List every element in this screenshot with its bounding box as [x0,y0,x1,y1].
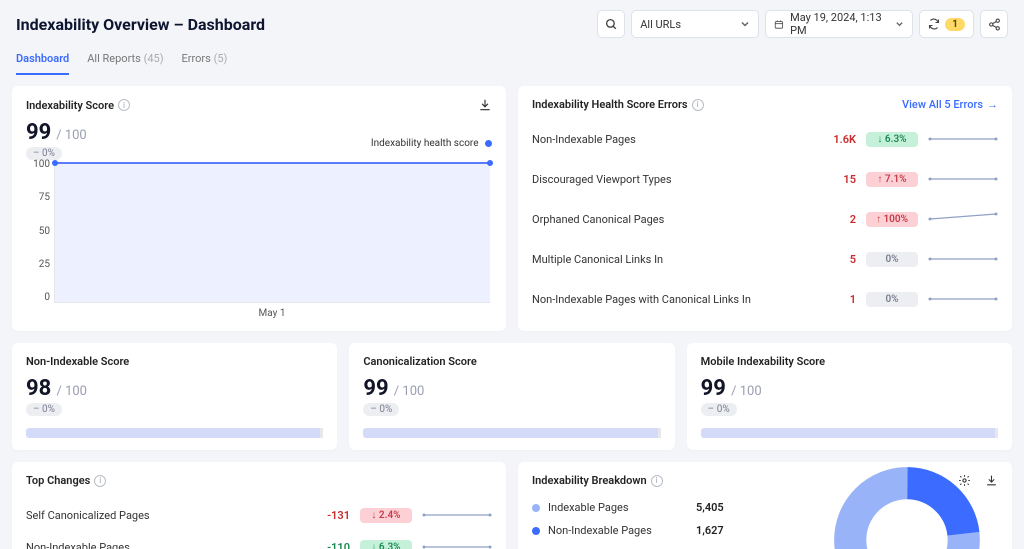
calendar-icon [774,19,784,30]
sparkline [928,250,998,268]
tabs: Dashboard All Reports (45) Errors (5) [0,38,1024,76]
error-row[interactable]: Discouraged Viewport Types 15 ↑ 7.1% [532,159,998,199]
card-title: Indexability Breakdown i [532,474,663,487]
delta-chip: ↑ 100% [866,212,918,227]
tab-errors[interactable]: Errors (5) [182,52,228,75]
score-value: 99 [26,120,51,145]
refresh-badge: 1 [945,18,965,31]
card-title: Indexability Health Score Errors i [532,98,704,111]
view-all-errors-link[interactable]: View All 5 Errors → [902,98,998,111]
score-card: Non-Indexable Score98 / 100– 0% [12,343,337,450]
delta-chip: ↑ 7.1% [866,172,918,187]
score-max: / 100 [56,128,87,143]
error-row[interactable]: Non-Indexable Pages with Canonical Links… [532,279,998,319]
chevron-down-icon [740,19,750,29]
change-label: Non-Indexable Pages [26,541,280,549]
score-delta: – 0% [701,403,737,416]
tab-all-reports[interactable]: All Reports (45) [87,52,163,75]
page-title: Indexability Overview – Dashboard [16,15,265,34]
indexability-breakdown-card: Indexability Breakdown i Indexable Pages… [518,462,1012,549]
change-value: -131 [290,509,350,522]
date-select[interactable]: May 19, 2024, 1:13 PM [765,10,913,38]
download-icon[interactable] [478,98,492,112]
card-title: Canonicalization Score [363,355,660,368]
score-delta: – 0% [363,403,399,416]
error-label: Discouraged Viewport Types [532,173,804,186]
delta-chip: ↓ 2.4% [360,508,412,523]
change-row[interactable]: Non-Indexable Pages -110 ↓ 6.3% [26,531,492,549]
delta-chip: 0% [866,252,918,267]
card-title: Non-Indexable Score [26,355,323,368]
sparkline [928,170,998,188]
top-changes-card: Top Changes i Self Canonicalized Pages -1… [12,462,506,549]
share-icon [988,18,1001,31]
url-filter-select[interactable]: All URLs [631,10,759,38]
legend-dot [532,504,540,512]
score-bar [701,428,998,438]
error-row[interactable]: Multiple Canonical Links In 5 0% [532,239,998,279]
refresh-icon [928,18,940,30]
score-bar [26,428,323,438]
score-card: Mobile Indexability Score99 / 100– 0% [687,343,1012,450]
error-label: Non-Indexable Pages [532,133,804,146]
error-label: Orphaned Canonical Pages [532,213,804,226]
error-row[interactable]: Non-Indexable Pages 1.6K ↓ 6.3% [532,119,998,159]
error-value: 1 [814,293,856,306]
score-bar [363,428,660,438]
sparkline [422,506,492,524]
breakdown-donut [832,465,982,549]
error-label: Non-Indexable Pages with Canonical Links… [532,293,804,306]
card-title: Top Changes i [26,474,106,487]
error-value: 1.6K [814,133,856,146]
indexability-score-card: Indexability Score i 99 / 100 – 0% Index… [12,86,506,331]
chart-legend: Indexability health score [26,138,492,149]
error-row[interactable]: Orphaned Canonical Pages 2 ↑ 100% [532,199,998,239]
refresh-button[interactable]: 1 [919,10,974,38]
score-value: 99 [363,376,388,401]
score-card: Canonicalization Score99 / 100– 0% [349,343,674,450]
change-row[interactable]: Self Canonicalized Pages -131 ↓ 2.4% [26,499,492,531]
score-value: 98 [26,376,51,401]
delta-chip: ↓ 6.3% [360,540,412,549]
info-icon[interactable]: i [94,475,106,487]
info-icon[interactable]: i [692,99,704,111]
tab-dashboard[interactable]: Dashboard [16,52,69,75]
info-icon[interactable]: i [118,99,130,111]
card-title: Mobile Indexability Score [701,355,998,368]
change-label: Self Canonicalized Pages [26,509,280,522]
sparkline [928,290,998,308]
legend-dot [532,527,540,535]
change-value: -110 [290,541,350,549]
delta-chip: 0% [866,292,918,307]
url-filter-value: All URLs [640,18,681,31]
share-button[interactable] [980,10,1008,38]
score-value: 99 [701,376,726,401]
info-icon[interactable]: i [651,475,663,487]
health-errors-card: Indexability Health Score Errors i View … [518,86,1012,331]
score-chart: 1007550250 May 1 [26,159,492,319]
download-icon[interactable] [985,474,998,487]
sparkline [422,538,492,549]
error-value: 5 [814,253,856,266]
error-label: Multiple Canonical Links In [532,253,804,266]
score-delta: – 0% [26,403,62,416]
sparkline [928,130,998,148]
card-title: Indexability Score i [26,99,130,112]
chevron-down-icon [895,19,904,29]
date-value: May 19, 2024, 1:13 PM [790,11,889,37]
error-value: 15 [814,173,856,186]
sparkline [928,210,998,228]
error-value: 2 [814,213,856,226]
delta-chip: ↓ 6.3% [866,132,918,147]
search-button[interactable] [597,10,625,38]
search-icon [605,18,618,31]
